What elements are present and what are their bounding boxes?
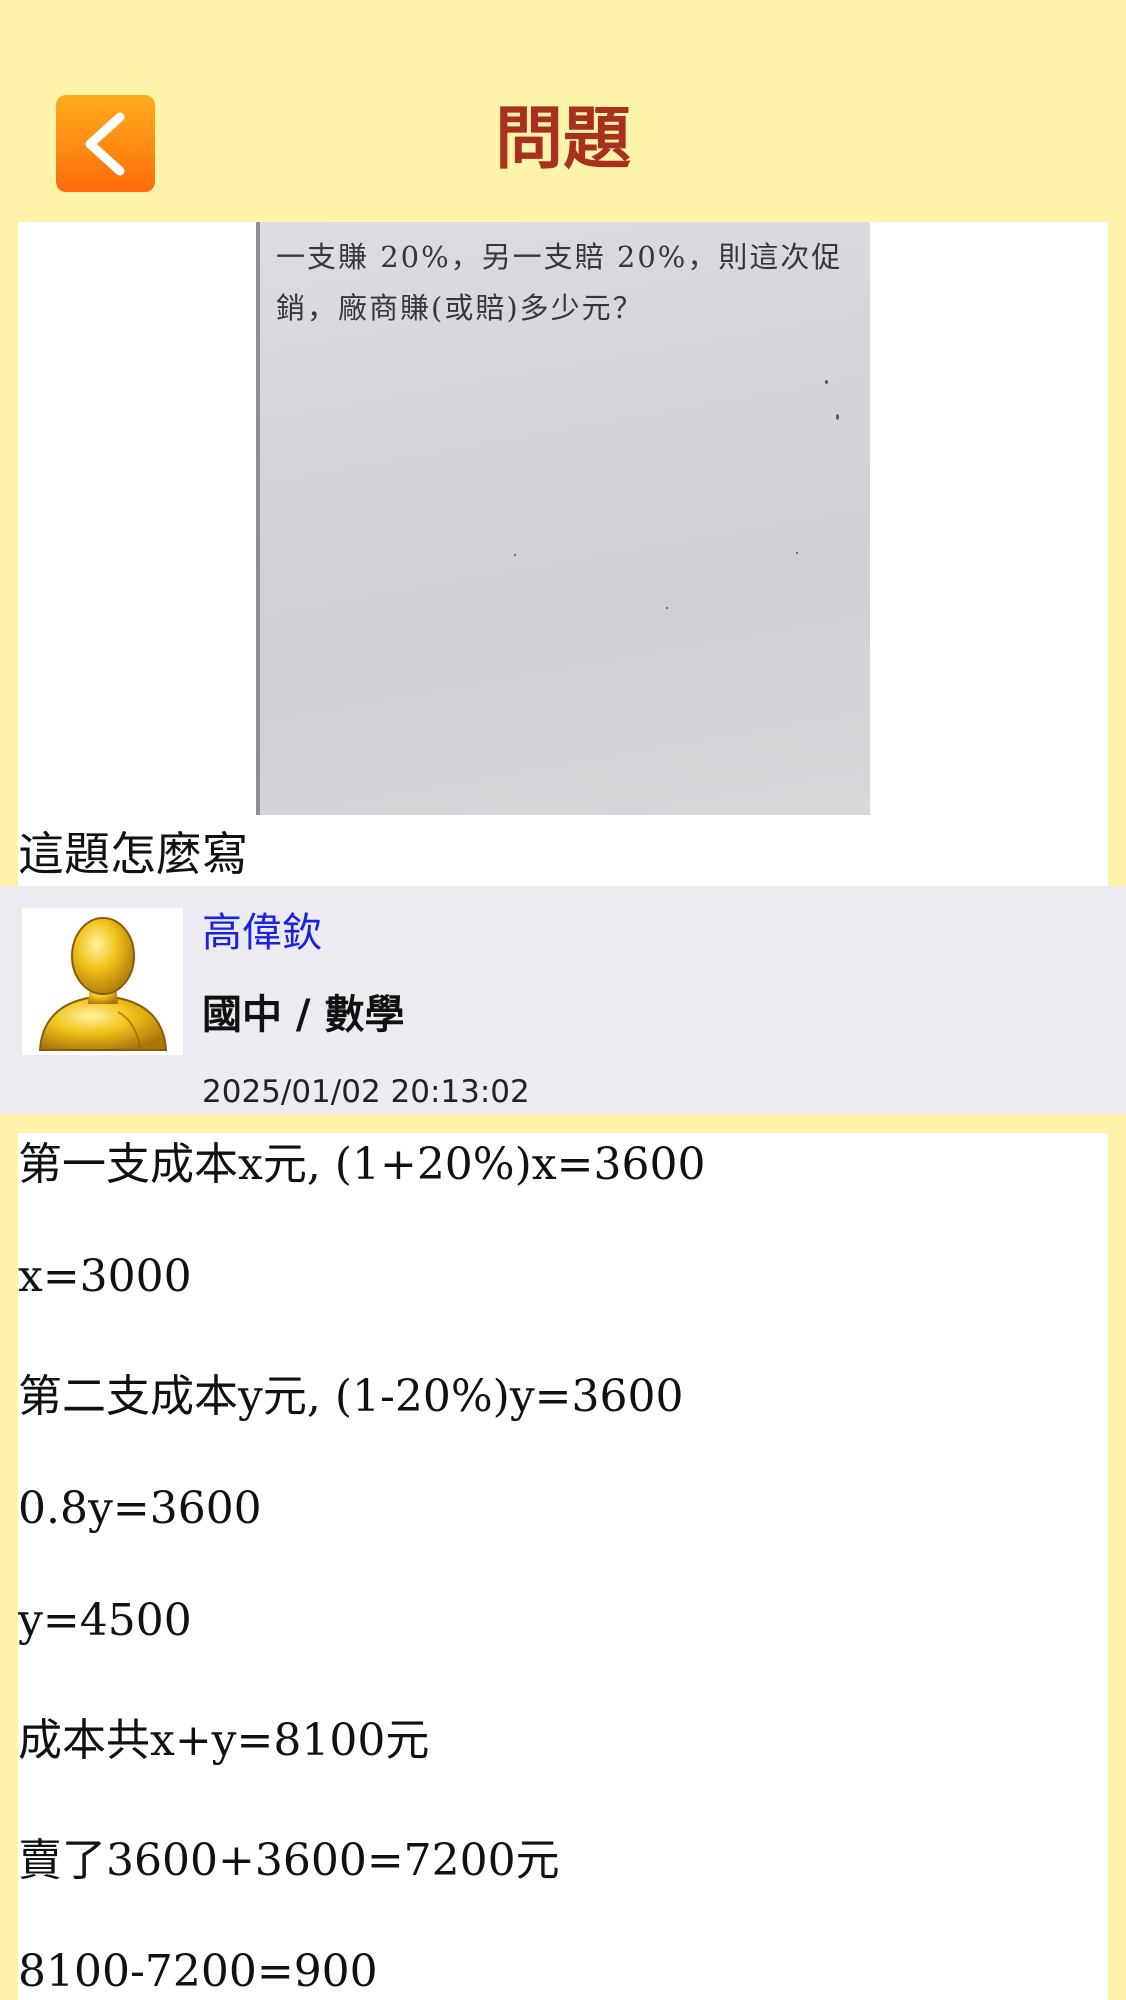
answer-card: 第一支成本x元, (1+20%)x=3600 x=3000 第二支成本y元, (… bbox=[18, 1133, 1108, 2000]
avatar[interactable] bbox=[22, 908, 183, 1055]
answer-line: x=3000 bbox=[18, 1251, 192, 1302]
author-name[interactable]: 高偉欽 bbox=[202, 908, 322, 958]
answer-line: 成本共x+y=8100元 bbox=[18, 1715, 430, 1766]
answer-line: 第一支成本x元, (1+20%)x=3600 bbox=[18, 1139, 706, 1190]
answer-timestamp: 2025/01/02 20:13:02 bbox=[202, 1074, 530, 1110]
paper-speck bbox=[836, 414, 839, 420]
answer-line: 第二支成本y元, (1-20%)y=3600 bbox=[18, 1371, 684, 1422]
answer-line: 8100-7200=900 bbox=[18, 1946, 378, 1997]
question-photo[interactable]: 一支賺 20%，另一支賠 20%，則這次促 銷，廠商賺(或賠)多少元？ bbox=[256, 222, 870, 815]
question-text: 這題怎麼寫 bbox=[18, 827, 248, 881]
author-subject: 國中 / 數學 bbox=[202, 992, 405, 1038]
photo-text-line: 一支賺 20%，另一支賠 20%，則這次促 bbox=[276, 240, 843, 274]
page-title: 問題 bbox=[494, 100, 631, 179]
top-bar: 問題 bbox=[0, 0, 1126, 222]
paper-speck bbox=[796, 552, 798, 554]
answer-line: y=4500 bbox=[18, 1595, 192, 1646]
answer-line: 0.8y=3600 bbox=[18, 1483, 262, 1534]
user-avatar-icon bbox=[38, 917, 168, 1051]
paper-speck bbox=[514, 554, 516, 556]
paper-speck bbox=[666, 607, 668, 609]
photo-text-line: 銷，廠商賺(或賠)多少元？ bbox=[276, 291, 644, 325]
answer-author-bar: 高偉欽 國中 / 數學 2025/01/02 20:13:02 bbox=[0, 886, 1126, 1114]
paper-edge bbox=[256, 222, 260, 815]
answer-line: 賣了3600+3600=7200元 bbox=[18, 1835, 560, 1886]
paper-speck bbox=[825, 380, 828, 384]
question-card: 一支賺 20%，另一支賠 20%，則這次促 銷，廠商賺(或賠)多少元？ 這題怎麼… bbox=[18, 222, 1108, 886]
